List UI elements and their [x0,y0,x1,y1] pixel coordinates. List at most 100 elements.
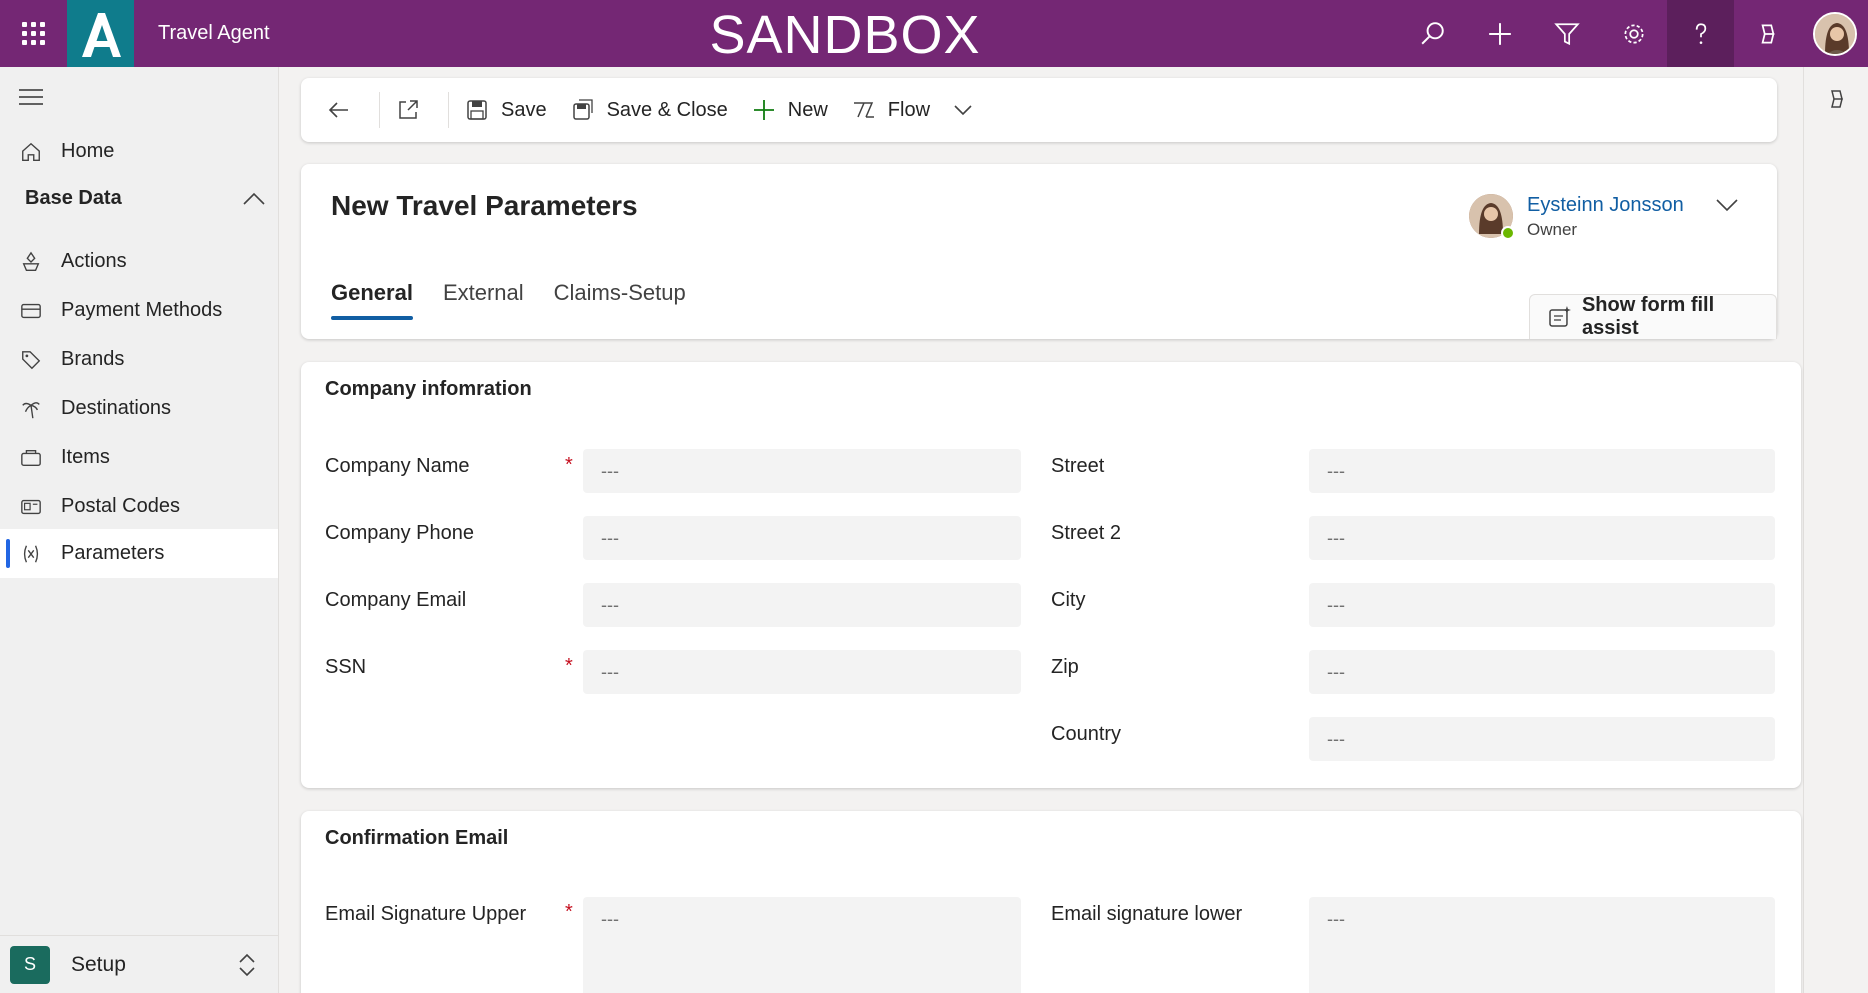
header-expand-button[interactable] [1716,198,1738,217]
copilot-pane-icon[interactable] [1825,87,1849,116]
tab-external[interactable]: External [443,280,524,320]
sidebar-item-label: Payment Methods [61,299,223,321]
sidebar-item-label: Parameters [61,542,165,564]
required-indicator: * [565,655,573,677]
tab-general[interactable]: General [331,280,413,320]
sidebar-item-postal-codes[interactable]: Postal Codes [0,482,278,531]
app-launcher-button[interactable] [0,0,67,67]
sidebar-item-destinations[interactable]: Destinations [0,384,278,433]
company-phone-label: Company Phone [325,522,474,544]
help-icon[interactable] [1667,0,1734,67]
sidebar-item-actions[interactable]: Actions [0,237,278,286]
flow-label: Flow [887,98,931,121]
save-and-close-button[interactable]: Save & Close [559,78,740,142]
page-title: New Travel Parameters [331,190,638,221]
city-field[interactable]: --- [1309,583,1775,627]
owner-avatar [1469,194,1515,240]
area-switcher[interactable]: S Setup [0,935,278,993]
save-close-icon [572,99,593,120]
flow-button[interactable]: Flow [840,78,942,142]
company-email-field[interactable]: --- [583,583,1021,627]
owner-name-link[interactable]: Eysteinn Jonsson [1527,194,1684,217]
app-name[interactable]: Travel Agent [158,22,270,45]
chevron-down-icon [954,105,972,116]
email-signature-lower-field[interactable]: --- [1309,897,1775,993]
home-icon [19,140,43,164]
sidebar-item-brands[interactable]: Brands [0,335,278,384]
divider [379,92,380,128]
variable-icon [19,542,43,566]
confirmation-email-section: Confirmation Email Email Signature Upper… [301,811,1801,993]
street-field[interactable]: --- [1309,449,1775,493]
hamburger-menu-icon[interactable] [19,89,43,110]
area-label: Setup [71,952,126,976]
back-button[interactable] [301,78,375,142]
country-field[interactable]: --- [1309,717,1775,761]
email-signature-lower-label: Email signature lower [1051,903,1243,925]
required-indicator: * [565,901,573,923]
save-button[interactable]: Save [453,78,559,142]
street-2-field[interactable]: --- [1309,516,1775,560]
sidebar-item-label: Postal Codes [61,495,180,517]
save-close-label: Save & Close [606,98,728,121]
sidebar-item-label: Destinations [61,397,172,419]
company-name-label: Company Name [325,455,470,477]
area-badge: S [10,945,50,984]
sidebar-item-label: Brands [61,348,125,370]
street-label: Street [1051,455,1105,477]
avatar [1812,11,1857,56]
show-form-fill-assist-button[interactable]: Show form fill assist [1529,294,1777,339]
owner-role-label: Owner [1527,220,1578,239]
record-header: New Travel Parameters Eysteinn Jonsson O… [301,164,1777,339]
zip-label: Zip [1051,656,1079,678]
palm-icon [19,397,43,421]
sidebar-item-label: Home [61,140,115,162]
box-icon [19,446,43,470]
open-new-window-button[interactable] [384,78,444,142]
filter-icon[interactable] [1533,0,1600,67]
save-icon [467,100,487,120]
street-2-label: Street 2 [1051,522,1122,544]
search-icon[interactable] [1399,0,1466,67]
sidebar-group-base-data[interactable]: Base Data [25,187,265,210]
divider [448,92,449,128]
flow-icon [853,102,874,118]
ssn-field[interactable]: --- [583,650,1021,694]
company-name-field[interactable]: --- [583,449,1021,493]
required-indicator: * [565,454,573,476]
presence-available-icon [1501,226,1515,240]
section-title: Confirmation Email [325,827,509,849]
sidebar-item-parameters[interactable]: Parameters [0,529,278,578]
copilot-icon[interactable] [1734,0,1801,67]
chevron-down-icon [1716,199,1738,212]
section-title: Company infomration [325,378,532,400]
new-button[interactable]: New [740,78,840,142]
sidebar-item-payment-methods[interactable]: Payment Methods [0,286,278,335]
user-profile-button[interactable] [1801,0,1868,67]
right-rail [1803,67,1868,993]
waffle-icon [22,22,45,45]
sidebar: Home Base Data Actions Payment Methods B… [0,67,279,993]
company-phone-field[interactable]: --- [583,516,1021,560]
save-label: Save [501,98,547,121]
plus-icon [753,100,774,120]
add-icon[interactable] [1466,0,1533,67]
form-assist-icon [1549,306,1571,327]
flow-dropdown-button[interactable] [942,78,996,142]
sidebar-item-items[interactable]: Items [0,433,278,482]
top-bar: Travel Agent SANDBOX [0,0,1868,67]
email-signature-upper-field[interactable]: --- [583,897,1021,993]
company-email-label: Company Email [325,589,467,611]
zip-field[interactable]: --- [1309,650,1775,694]
owner-field: Eysteinn Jonsson Owner [1469,194,1684,240]
group-label: Base Data [25,187,122,209]
open-in-new-icon [399,100,418,119]
chevron-up-icon [243,192,265,205]
form-tabs: General External Claims-Setup [331,280,716,320]
city-label: City [1051,589,1086,611]
settings-icon[interactable] [1600,0,1667,67]
tab-claims-setup[interactable]: Claims-Setup [554,280,686,320]
company-information-section: Company infomration Company Name * --- C… [301,362,1801,788]
sidebar-item-home[interactable]: Home [0,127,278,176]
ssn-label: SSN [325,656,367,678]
